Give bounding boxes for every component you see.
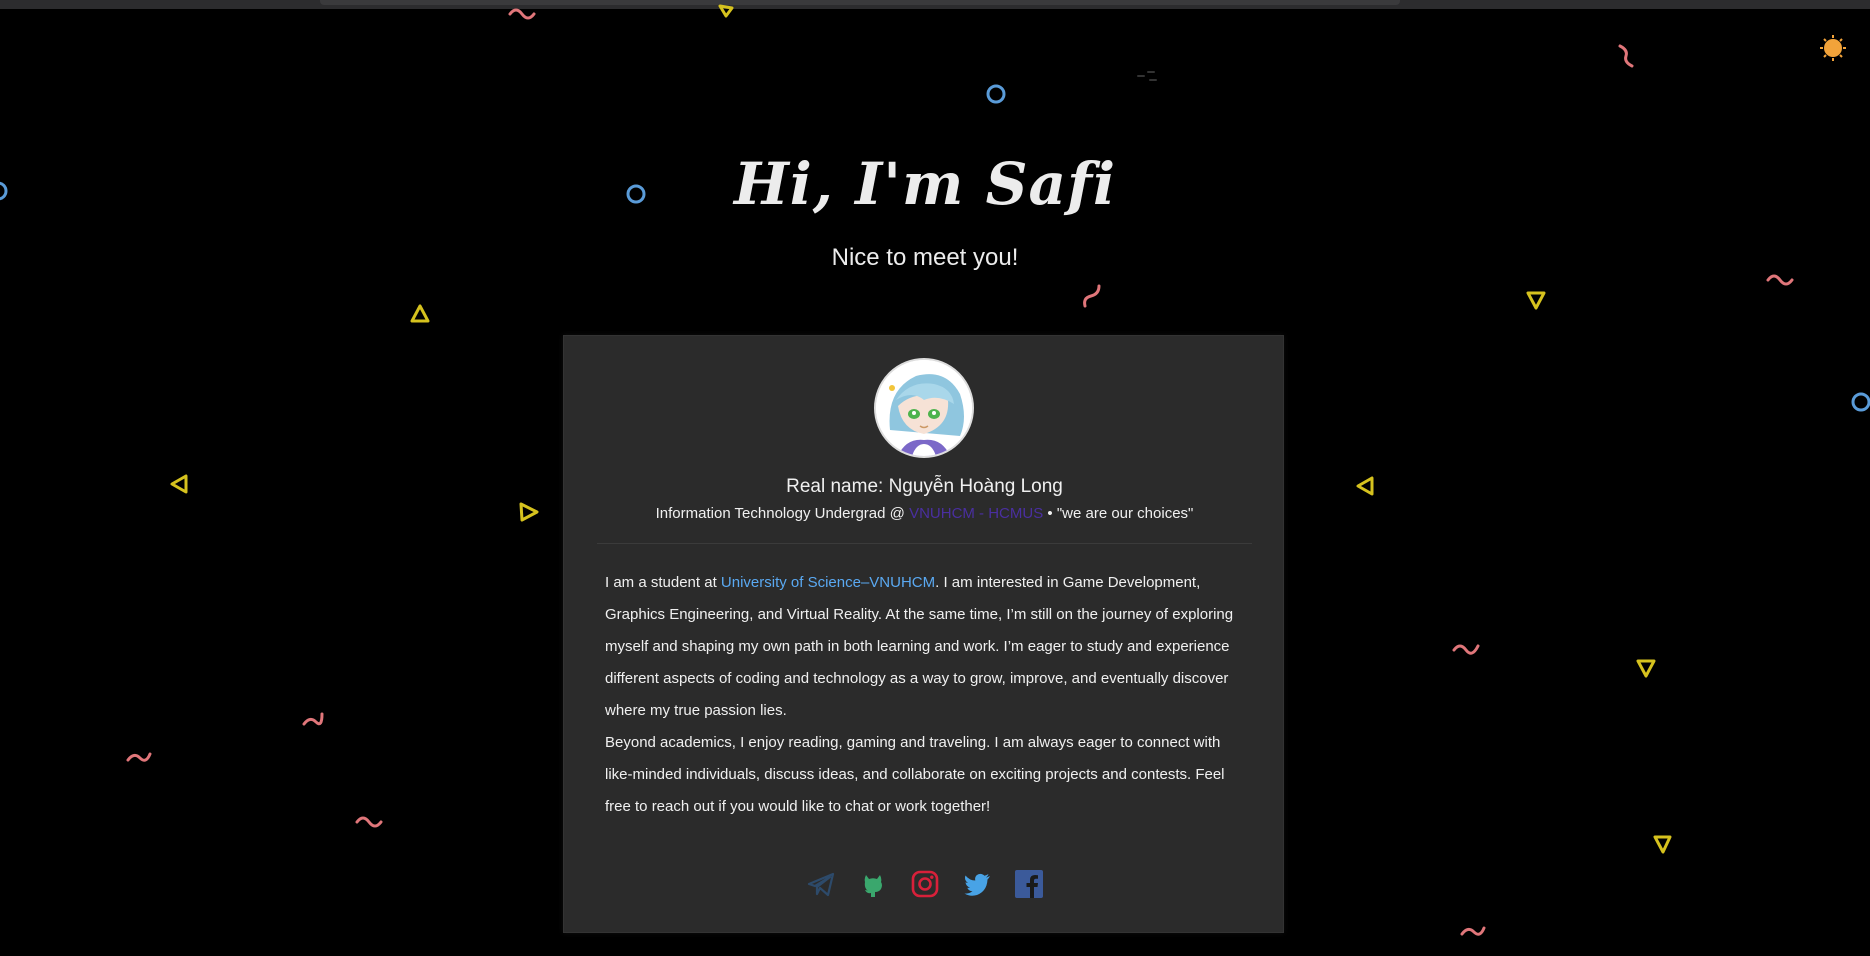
avatar-illustration (876, 360, 972, 456)
confetti-triangle (1636, 659, 1656, 678)
confetti-squiggle (302, 712, 324, 726)
confetti-triangle (1653, 835, 1672, 854)
real-name: Real name: Nguyễn Hoàng Long (786, 476, 1063, 497)
confetti-triangle (170, 474, 188, 494)
avatar (874, 358, 974, 458)
profile-subline: Information Technology Undergrad @ VNUHC… (564, 505, 1285, 522)
instagram-icon[interactable] (910, 869, 940, 899)
confetti-squiggle (508, 8, 536, 20)
confetti-squiggle (1083, 284, 1101, 308)
confetti-squiggle (1766, 274, 1794, 286)
university-link[interactable]: VNUHCM - HCMUS (909, 505, 1043, 522)
confetti-squiggle (126, 752, 152, 762)
twitter-icon[interactable] (962, 869, 992, 899)
sun-icon (1820, 35, 1846, 61)
divider (597, 543, 1252, 544)
bio-paragraph-1: I am a student at University of Science–… (605, 567, 1250, 727)
confetti-dash (1137, 71, 1157, 81)
hero-title: Hi, I'm Safi (733, 150, 1117, 218)
confetti-triangle (718, 4, 734, 18)
bio-paragraph-2: Beyond academics, I enjoy reading, gamin… (605, 734, 1225, 815)
bio-p1-rest: . I am interested in Game Development, G… (605, 574, 1234, 719)
confetti-squiggle (1618, 44, 1634, 68)
university-of-science-link[interactable]: University of Science–VNUHCM (721, 574, 935, 591)
hero-subtitle: Nice to meet you! (831, 244, 1019, 271)
social-links (564, 869, 1285, 899)
facebook-icon[interactable] (1014, 869, 1044, 899)
confetti-squiggle (1460, 926, 1486, 936)
bio: I am a student at University of Science–… (605, 567, 1250, 823)
profile-card: Real name: Nguyễn Hoàng Long Information… (563, 335, 1284, 933)
telegram-icon[interactable] (806, 869, 836, 899)
bio-p1-prefix: I am a student at (605, 574, 721, 591)
confetti-triangle (519, 502, 539, 522)
confetti-squiggle (1452, 644, 1480, 655)
confetti-circle (986, 84, 1006, 104)
confetti-squiggle (355, 816, 383, 828)
github-icon[interactable] (858, 869, 888, 899)
confetti-triangle (410, 304, 430, 323)
confetti-circle (1851, 392, 1870, 412)
subline-prefix: Information Technology Undergrad @ (655, 505, 910, 522)
confetti-triangle (1526, 291, 1546, 310)
subline-motto: • "we are our choices" (1043, 505, 1194, 522)
confetti-triangle (1356, 476, 1374, 496)
